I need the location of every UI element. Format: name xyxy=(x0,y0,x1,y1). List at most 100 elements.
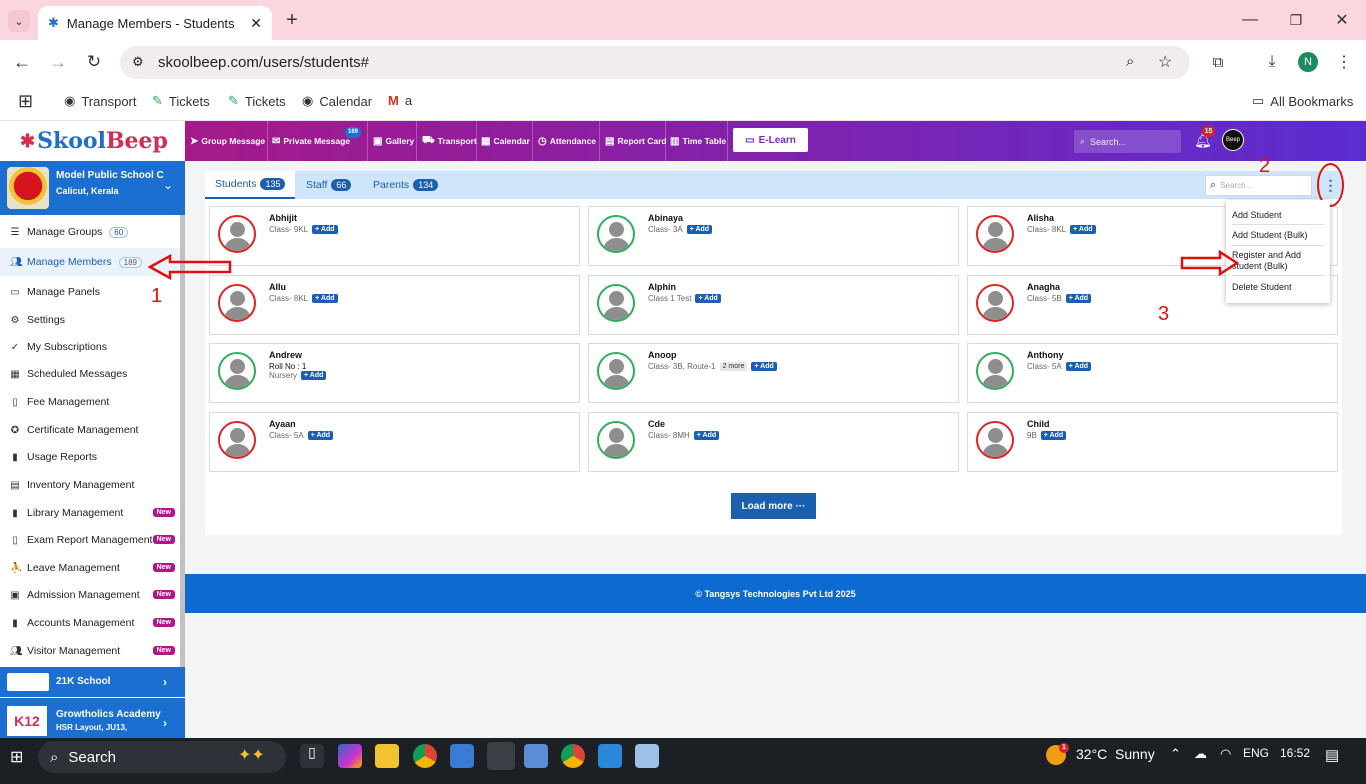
forward-icon[interactable]: → xyxy=(48,52,68,72)
member-search-input[interactable]: ⌕ Search... xyxy=(1205,175,1312,196)
onedrive-icon[interactable]: ☁ xyxy=(1194,746,1207,762)
nav-calendar[interactable]: ▦ Calendar xyxy=(481,121,530,161)
zoom-icon[interactable]: ⌕ xyxy=(1126,53,1134,70)
all-bookmarks[interactable]: ▭ All Bookmarks xyxy=(1252,93,1353,109)
close-tab-icon[interactable]: ✕ xyxy=(250,15,262,32)
site-info-icon[interactable]: ⚙ xyxy=(132,54,144,70)
chrome-menu-icon[interactable]: ⋮ xyxy=(1334,52,1354,72)
nav-gallery[interactable]: ▣ Gallery xyxy=(373,121,414,161)
minimize-icon[interactable]: — xyxy=(1240,10,1260,30)
add-button[interactable]: + Add xyxy=(1070,225,1096,234)
browser-tab-active[interactable]: ✱ Manage Members - Students ✕ xyxy=(38,6,272,40)
student-card[interactable]: Allu Class- 8KL + Add xyxy=(209,275,580,335)
tab-search-icon[interactable]: ⌄ xyxy=(8,10,30,32)
add-button[interactable]: + Add xyxy=(693,431,720,440)
restore-icon[interactable]: ❐ xyxy=(1286,10,1306,30)
nav-report-card[interactable]: ▤ Report Card xyxy=(605,121,667,161)
notifications-icon[interactable]: ▤ xyxy=(1325,746,1339,764)
add-button[interactable]: + Add xyxy=(695,294,721,303)
copilot-icon[interactable] xyxy=(338,744,362,768)
sidebar-item-usage-reports[interactable]: ▮ Usage Reports xyxy=(0,443,180,471)
sidebar-item-certificate[interactable]: ✪ Certificate Management xyxy=(0,416,180,444)
language-indicator[interactable]: ENG xyxy=(1243,746,1269,760)
menu-add-student-bulk[interactable]: Add Student (Bulk) xyxy=(1232,230,1324,246)
taskbar-search[interactable]: ⌕ Search ✦✦ xyxy=(38,741,286,773)
school-item-21k[interactable]: 21K School › xyxy=(0,667,185,697)
tab-students[interactable]: Students 135 xyxy=(205,171,296,199)
task-view-icon[interactable]: ▯ xyxy=(300,744,324,768)
bookmark-calendar[interactable]: ◉ Calendar xyxy=(302,93,372,109)
header-search-input[interactable]: ⌕ Search... xyxy=(1074,130,1181,153)
nav-private-message[interactable]: ✉ Private Message xyxy=(272,121,350,161)
sidebar-item-inventory[interactable]: ▤ Inventory Management xyxy=(0,471,180,499)
menu-register-add-bulk[interactable]: Register and Add student (Bulk) xyxy=(1232,250,1324,276)
bookmark-transport[interactable]: ◉ Transport xyxy=(64,93,137,109)
bookmark-tickets-2[interactable]: ✎ Tickets xyxy=(228,93,286,109)
extensions-icon[interactable]: ⧉ xyxy=(1208,52,1228,72)
file-explorer-icon[interactable] xyxy=(375,744,399,768)
add-button[interactable]: + Add xyxy=(1065,362,1092,371)
sidebar-item-admission[interactable]: ▣ Admission Management New xyxy=(0,581,180,609)
chrome-active-icon[interactable] xyxy=(487,742,515,770)
url-input[interactable]: ⚙ skoolbeep.com/users/students# ⌕ ☆ xyxy=(120,46,1190,79)
windows-start-icon[interactable]: ⊞ xyxy=(10,747,23,767)
add-button[interactable]: + Add xyxy=(1040,431,1067,440)
student-card[interactable]: Cde Class- 8MH + Add xyxy=(588,412,959,472)
add-button[interactable]: + Add xyxy=(312,225,338,234)
student-card[interactable]: Abhijit Class- 9KL + Add xyxy=(209,206,580,266)
nav-attendance[interactable]: ◷ Attendance xyxy=(538,121,596,161)
add-button[interactable]: + Add xyxy=(1065,294,1092,303)
star-icon[interactable]: ☆ xyxy=(1158,52,1172,72)
sidebar-item-settings[interactable]: ⚙ Settings xyxy=(0,306,180,334)
student-card[interactable]: Child 9B + Add xyxy=(967,412,1338,472)
bookmark-tickets-1[interactable]: ✎ Tickets xyxy=(152,93,210,109)
tab-parents[interactable]: Parents 134 xyxy=(373,171,439,199)
close-window-icon[interactable]: ✕ xyxy=(1332,10,1352,30)
sidebar-item-scheduled-messages[interactable]: ▦ Scheduled Messages xyxy=(0,360,180,388)
add-button[interactable]: + Add xyxy=(312,294,338,303)
back-icon[interactable]: ← xyxy=(12,52,32,72)
add-button[interactable]: + Add xyxy=(301,371,327,380)
download-icon[interactable]: ⤓ xyxy=(1262,52,1282,72)
school-item-growtholics[interactable]: K12 Growtholics Academy HSR Layout, JU13… xyxy=(0,698,185,738)
sidebar-item-library[interactable]: ▮ Library Management New xyxy=(0,499,180,527)
chevron-down-icon[interactable]: ⌄ xyxy=(163,178,173,192)
chrome-profile-icon[interactable] xyxy=(561,744,585,768)
clock[interactable]: 16:52 xyxy=(1280,746,1310,760)
student-card[interactable]: Anthony Class- 5A + Add xyxy=(967,343,1338,403)
nav-time-table[interactable]: ▥ Time Table xyxy=(670,121,726,161)
notepad-icon[interactable] xyxy=(524,744,548,768)
student-card[interactable]: Alphin Class 1 Test + Add xyxy=(588,275,959,335)
apps-grid-icon[interactable]: ⊞ xyxy=(18,91,33,112)
student-card[interactable]: Abinaya Class- 3A + Add xyxy=(588,206,959,266)
sidebar-item-visitor[interactable]: 👥︎ Visitor Management New xyxy=(0,637,180,665)
skoolbeep-logo[interactable]: ✱ Skool Beep xyxy=(0,121,185,161)
sidebar-item-fee-management[interactable]: ▯ Fee Management xyxy=(0,388,180,416)
nav-transport[interactable]: ⛟ Transport xyxy=(422,121,477,161)
sidebar-item-subscriptions[interactable]: ✓ My Subscriptions xyxy=(0,333,180,361)
student-card[interactable]: Ayaan Class- 5A + Add xyxy=(209,412,580,472)
chrome-icon[interactable] xyxy=(413,744,437,768)
elearn-button[interactable]: ▭ E-Learn xyxy=(733,128,808,152)
new-tab-icon[interactable]: + xyxy=(282,9,302,31)
tab-staff[interactable]: Staff 66 xyxy=(306,171,352,199)
wifi-icon[interactable]: ◠ xyxy=(1220,746,1231,762)
student-card[interactable]: Andrew Roll No : 1 Nursery + Add xyxy=(209,343,580,403)
school-selector[interactable]: Model Public School C Calicut, Kerala ⌄ xyxy=(0,161,185,215)
reload-icon[interactable]: ↻ xyxy=(84,52,104,72)
student-card[interactable]: Anoop Class- 3B, Route-1 2 more + Add xyxy=(588,343,959,403)
more-badge[interactable]: 2 more xyxy=(719,362,748,371)
nav-group-message[interactable]: ➤ Group Message xyxy=(190,121,265,161)
sidebar-item-exam-report[interactable]: ▯ Exam Report Management New xyxy=(0,526,180,554)
paint-icon[interactable] xyxy=(635,744,659,768)
tray-chevron-icon[interactable]: ⌃ xyxy=(1170,746,1181,762)
add-button[interactable]: + Add xyxy=(307,431,334,440)
add-button[interactable]: + Add xyxy=(751,362,777,371)
photos-icon[interactable] xyxy=(598,744,622,768)
sidebar-item-manage-groups[interactable]: ☰ Manage Groups 60 xyxy=(0,218,180,246)
sidebar-item-accounts[interactable]: ▮ Accounts Management New xyxy=(0,609,180,637)
menu-delete-student[interactable]: Delete Student xyxy=(1232,282,1324,296)
sidebar-item-leave[interactable]: ⛹ Leave Management New xyxy=(0,554,180,582)
load-more-button[interactable]: Load more ··· xyxy=(731,493,816,519)
add-button[interactable]: + Add xyxy=(686,225,713,234)
